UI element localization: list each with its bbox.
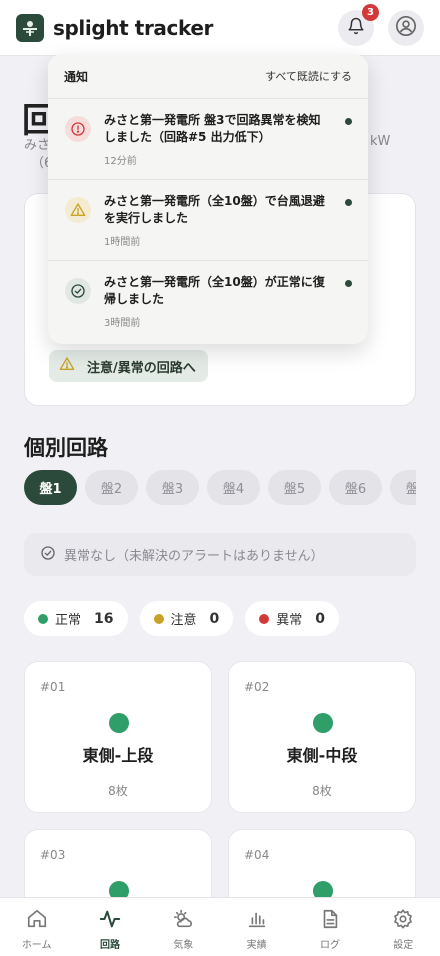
- unread-dot: [345, 118, 352, 125]
- status-summary: 正常 16 注意 0 異常 0: [24, 601, 340, 636]
- status-label: 正常: [55, 613, 82, 628]
- status-caution-count[interactable]: 注意 0: [139, 601, 234, 636]
- warning-link-label: 注意/異常の回路へ: [87, 360, 196, 376]
- notification-item[interactable]: みさと第一発電所（全10盤）が正常に復帰しました 3時間前: [48, 261, 368, 342]
- app-header: splight tracker 3: [0, 0, 440, 56]
- circuit-status-dot: [313, 713, 333, 733]
- circuit-card[interactable]: #01 東側-上段 8枚: [24, 661, 212, 813]
- notification-badge: 3: [362, 3, 379, 21]
- nav-label: 気象: [173, 940, 194, 951]
- nav-label: ホーム: [21, 940, 52, 951]
- nav-results[interactable]: 実績: [220, 898, 293, 956]
- notification-title: 通知: [64, 69, 89, 84]
- tab-panel-3[interactable]: 盤3: [146, 470, 199, 505]
- circuit-name: 東側-上段: [82, 746, 154, 765]
- no-alert-notice: 異常なし（未解決のアラートはありません）: [24, 533, 416, 576]
- notification-time: 3時間前: [104, 318, 141, 329]
- nav-weather[interactable]: 気象: [147, 898, 220, 956]
- no-alert-text: 異常なし（未解決のアラートはありません）: [64, 549, 324, 564]
- section-title: 個別回路: [24, 436, 108, 460]
- notification-item[interactable]: みさと第一発電所（全10盤）で台風退避を実行しました 1時間前: [48, 180, 368, 261]
- tab-panel-1[interactable]: 盤1: [24, 470, 77, 505]
- pulse-icon: [99, 908, 121, 933]
- tab-panel-7[interactable]: 盤7: [390, 470, 416, 505]
- circuit-number: #02: [244, 680, 270, 694]
- circuit-card[interactable]: #02 東側-中段 8枚: [228, 661, 416, 813]
- tab-panel-2[interactable]: 盤2: [85, 470, 138, 505]
- status-count: 16: [94, 610, 114, 627]
- warning-triangle-icon: [65, 197, 91, 223]
- notification-header: 通知 すべて既読にする: [48, 54, 368, 99]
- warning-circuits-link[interactable]: 注意/異常の回路へ: [49, 350, 208, 382]
- circuit-number: #04: [244, 848, 270, 862]
- nav-label: 実績: [246, 940, 267, 951]
- circuit-status-dot: [109, 713, 129, 733]
- circuit-number: #01: [40, 680, 66, 694]
- user-icon: [395, 15, 417, 41]
- status-dot-icon: [259, 613, 270, 624]
- notification-text: みさと第一発電所（全10盤）で台風退避を実行しました: [104, 194, 325, 225]
- notification-time: 12分前: [104, 156, 137, 167]
- nav-log[interactable]: ログ: [293, 898, 366, 956]
- warning-icon: [59, 356, 75, 376]
- logo-icon: [16, 13, 44, 42]
- gear-icon: [392, 908, 414, 933]
- panel-tabs: 盤1 盤2 盤3 盤4 盤5 盤6 盤7: [24, 470, 416, 506]
- circuit-number: #03: [40, 848, 66, 862]
- check-circle-icon: [40, 545, 56, 565]
- notification-panel: 通知 すべて既読にする みさと第一発電所 盤3で回路異常を検知しました（回路#5…: [48, 54, 368, 344]
- alert-circle-icon: [65, 116, 91, 142]
- unread-dot: [345, 280, 352, 287]
- circuit-name: 東側-中段: [286, 746, 358, 765]
- nav-label: 回路: [99, 940, 120, 951]
- nav-label: ログ: [319, 940, 340, 951]
- home-icon: [26, 908, 48, 933]
- tab-panel-6[interactable]: 盤6: [329, 470, 382, 505]
- notification-item[interactable]: みさと第一発電所 盤3で回路異常を検知しました（回路#5 出力低下） 12分前: [48, 99, 368, 180]
- nav-home[interactable]: ホーム: [0, 898, 73, 956]
- account-button[interactable]: [388, 9, 424, 46]
- status-dot-icon: [38, 613, 48, 624]
- status-label: 異常: [276, 613, 303, 628]
- overview-unit: kW: [370, 134, 391, 149]
- status-error-count[interactable]: 異常 0: [245, 601, 340, 636]
- circuit-module-count: 8枚: [312, 784, 332, 798]
- circuit-module-count: 8枚: [108, 784, 128, 798]
- mark-all-read-button[interactable]: すべて既読にする: [265, 68, 352, 84]
- status-dot-icon: [153, 613, 164, 624]
- document-icon: [319, 908, 341, 933]
- bar-chart-icon: [246, 908, 268, 933]
- status-label: 注意: [170, 613, 197, 628]
- notification-text: みさと第一発電所（全10盤）が正常に復帰しました: [104, 275, 325, 306]
- notification-time: 1時間前: [104, 237, 141, 248]
- tab-panel-4[interactable]: 盤4: [207, 470, 260, 505]
- overview-plant-line: みさ: [24, 138, 51, 153]
- status-normal-count[interactable]: 正常 16: [24, 601, 128, 636]
- bell-icon: [347, 17, 365, 39]
- brand-name: splight tracker: [53, 15, 213, 40]
- status-count: 0: [209, 610, 220, 627]
- check-circle-icon: [65, 278, 91, 304]
- notification-text: みさと第一発電所 盤3で回路異常を検知しました（回路#5 出力低下）: [104, 113, 321, 144]
- nav-settings[interactable]: 設定: [367, 898, 440, 956]
- status-count: 0: [315, 610, 326, 627]
- weather-icon: [172, 908, 194, 933]
- bottom-nav: ホーム 回路 気象 実績 ログ 設定: [0, 897, 440, 956]
- tab-panel-5[interactable]: 盤5: [268, 470, 321, 505]
- nav-circuits[interactable]: 回路: [73, 898, 146, 956]
- notification-button[interactable]: 3: [338, 3, 379, 46]
- nav-label: 設定: [393, 940, 414, 951]
- unread-dot: [345, 199, 352, 206]
